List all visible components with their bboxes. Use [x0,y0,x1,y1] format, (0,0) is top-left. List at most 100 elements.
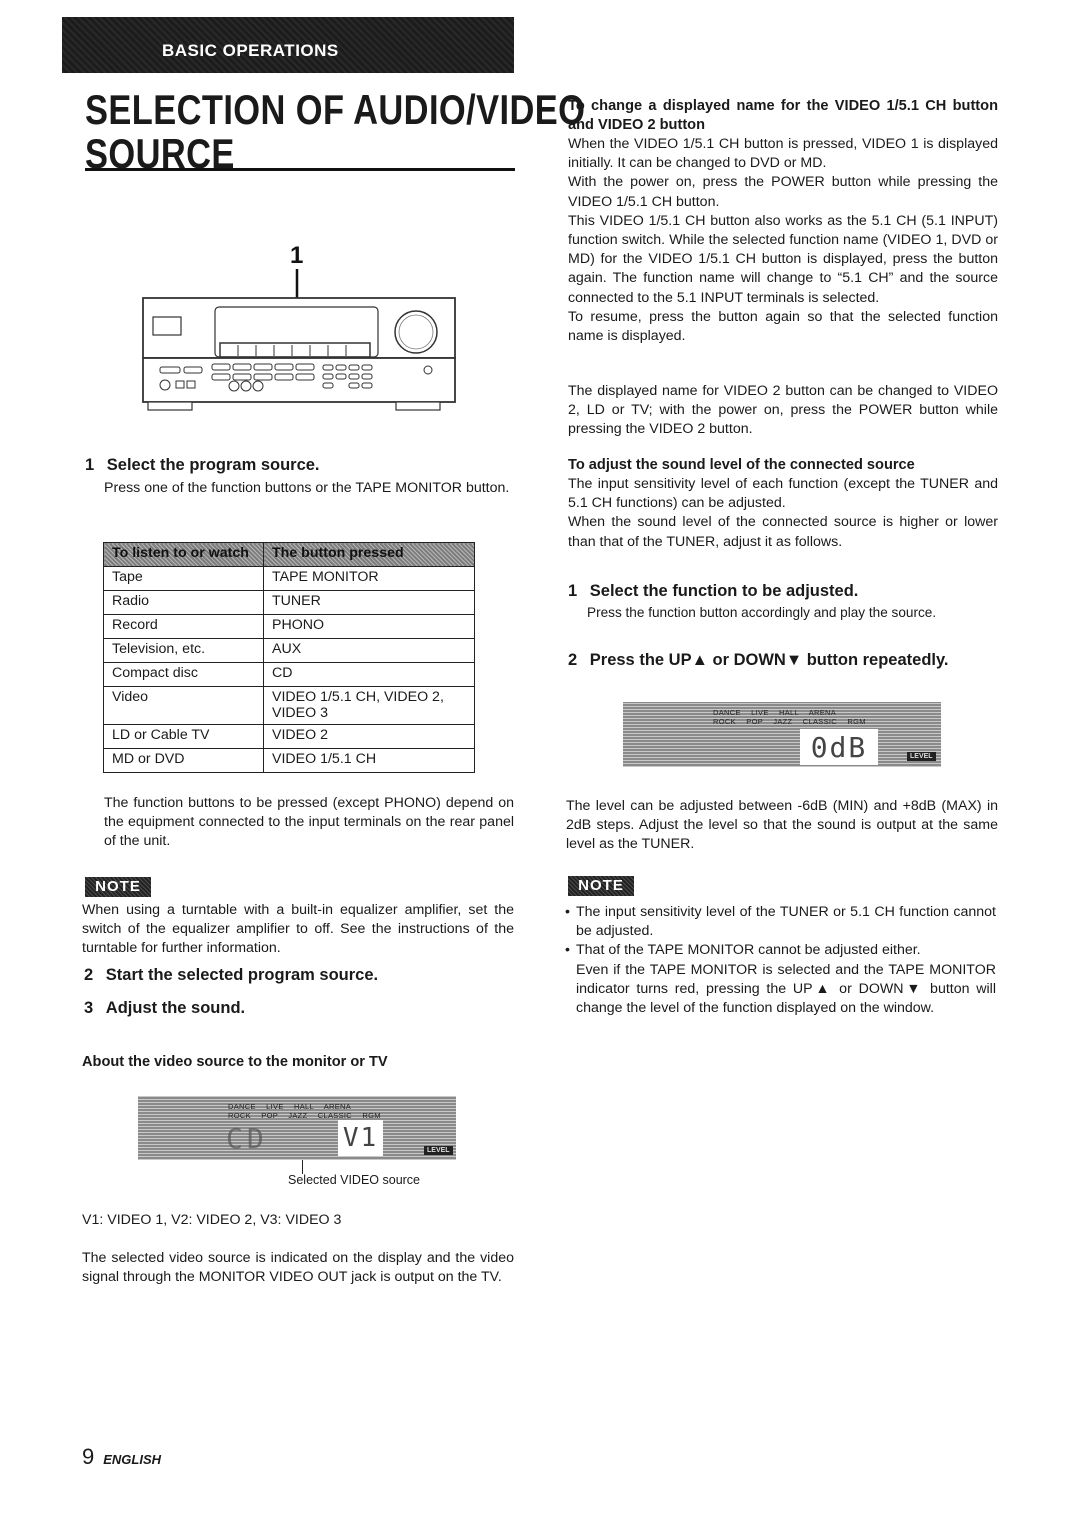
note-badge: NOTE [85,877,151,897]
source-cell: MD or DVD [103,748,264,773]
step-3-heading: 3 Adjust the sound. [84,999,245,1018]
source-cell: Video [103,686,264,725]
level-display: DANCE LIVE HALL ARENA ROCK POP JAZZ CLAS… [623,702,941,767]
mode-label: ARENA [808,708,837,717]
mode-label: RGM [847,717,866,726]
adjust-level-body: The input sensitivity level of each func… [568,475,998,552]
step-1-heading: 1 Select the program source. [85,456,515,475]
table-row: LD or Cable TV VIDEO 2 [103,724,475,749]
step-2-heading: 2 Press the UP▲ or DOWN▼ button repeated… [568,651,949,670]
source-cell: Radio [103,590,264,615]
step-title: Select the function to be adjusted. [589,582,859,600]
source-button-table: To listen to or watch The button pressed… [103,542,475,773]
mode-label: ROCK [713,717,736,726]
button-cell: VIDEO 1/5.1 CH [263,748,475,773]
source-cell: Television, etc. [103,638,264,663]
video-source-display: DANCE LIVE HALL ARENA ROCK POP JAZZ CLAS… [138,1096,456,1160]
table-row: Record PHONO [103,614,475,639]
note-item: That of the TAPE MONITOR cannot be adjus… [565,941,996,960]
paragraph: When the sound level of the connected so… [568,514,998,550]
video-source-heading: About the video source to the monitor or… [82,1054,388,1070]
step-title: Adjust the sound. [105,999,246,1017]
button-cell: VIDEO 2 [263,724,475,749]
table-row: Compact disc CD [103,662,475,687]
table-row: Television, etc. AUX [103,638,475,663]
turntable-note-text: When using a turntable with a built-in e… [82,902,514,957]
step-number: 3 [84,999,94,1017]
mode-labels-row1: DANCE LIVE HALL ARENA [228,1102,351,1111]
video-legend: V1: VIDEO 1, V2: VIDEO 2, V3: VIDEO 3 [82,1212,342,1228]
display-level-chip: LEVEL [907,752,936,761]
step-number: 1 [568,582,578,600]
step-1-heading: 1 Select the function to be adjusted. [568,582,998,601]
step-number: 2 [568,651,578,669]
page-title-line1: SELECTION OF AUDIO/VIDEO [85,86,586,133]
mode-label: JAZZ [288,1111,308,1120]
table-header-row: To listen to or watch The button pressed [103,542,475,567]
section-label: BASIC OPERATIONS [162,41,339,60]
source-table-wrapper: To listen to or watch The button pressed… [103,542,475,773]
paragraph: This VIDEO 1/5.1 CH button also works as… [568,212,998,306]
step-1-select-source: 1 Select the program source. Press one o… [85,456,515,498]
note-badge: NOTE [568,876,634,896]
step-1-body: Press one of the function buttons or the… [104,480,510,496]
paragraph: With the power on, press the POWER butto… [568,174,998,210]
table-header-cell: To listen to or watch [103,542,264,567]
mode-label: JAZZ [773,717,793,726]
step-title: Press the UP▲ or DOWN▼ button repeatedly… [589,651,949,669]
paragraph: To resume, press the button again so tha… [568,308,998,345]
stereo-receiver-icon: 1 [142,242,456,411]
page-title: SELECTION OF AUDIO/VIDEO SOURCE [85,88,585,176]
video-output-text: The selected video source is indicated o… [82,1250,514,1286]
mode-label: ARENA [323,1102,352,1111]
table-header-cell: The button pressed [263,542,475,567]
step-number: 1 [85,456,95,474]
paragraph: The input sensitivity level of each func… [568,476,998,512]
mode-label: CLASSIC [317,1111,352,1120]
table-row: MD or DVD VIDEO 1/5.1 CH [103,748,475,773]
adjust-level-heading: To adjust the sound level of the connect… [568,457,915,473]
mode-label: DANCE [228,1102,256,1111]
display-caption: Selected VIDEO source [288,1173,421,1187]
note-item: The input sensitivity level of the TUNER… [565,903,996,941]
source-cell: LD or Cable TV [103,724,264,749]
page-footer: 9 ENGLISH [82,1444,161,1470]
table-row: Video VIDEO 1/5.1 CH, VIDEO 2, VIDEO 3 [103,686,475,725]
function-buttons-note: The function buttons to be pressed (exce… [104,795,514,850]
mode-label: DANCE [713,708,741,717]
step-title: Select the program source. [106,456,320,474]
source-cell: Tape [103,566,264,591]
button-cell: VIDEO 1/5.1 CH, VIDEO 2, VIDEO 3 [263,686,475,725]
language-label: ENGLISH [103,1452,162,1467]
display-level-chip: LEVEL [424,1146,453,1155]
section-banner: BASIC OPERATIONS [62,17,514,73]
level-note-list: The input sensitivity level of the TUNER… [565,903,996,1018]
display-video-readout: V1 [338,1120,383,1156]
paragraph: When the VIDEO 1/5.1 CH button is presse… [568,136,998,172]
mode-label: HALL [779,708,799,717]
change-name-body: When the VIDEO 1/5.1 CH button is presse… [568,135,998,346]
step-number: 2 [84,966,94,984]
step-title: Start the selected program source. [105,966,379,984]
display-level-readout: 0dB [800,729,878,765]
mode-label: LIVE [751,708,769,717]
callout-number: 1 [290,242,303,269]
page-number: 9 [82,1444,95,1469]
level-range-text: The level can be adjusted between -6dB (… [566,798,998,853]
button-cell: TUNER [263,590,475,615]
title-divider [85,168,515,171]
receiver-illustration: 1 [140,235,460,415]
mode-label: RGM [362,1111,381,1120]
mode-label: POP [746,717,763,726]
mode-label: LIVE [266,1102,284,1111]
mode-labels-row2: ROCK POP JAZZ CLASSIC RGM [228,1111,381,1120]
mode-label: CLASSIC [802,717,837,726]
button-cell: TAPE MONITOR [263,566,475,591]
video2-name-text: The displayed name for VIDEO 2 button ca… [568,383,998,438]
step-2-heading: 2 Start the selected program source. [84,966,378,985]
step-1-select-function: 1 Select the function to be adjusted. Pr… [568,582,998,622]
button-cell: PHONO [263,614,475,639]
display-function-readout: CD [226,1122,268,1155]
button-cell: CD [263,662,475,687]
mode-labels-row1: DANCE LIVE HALL ARENA [713,708,836,717]
